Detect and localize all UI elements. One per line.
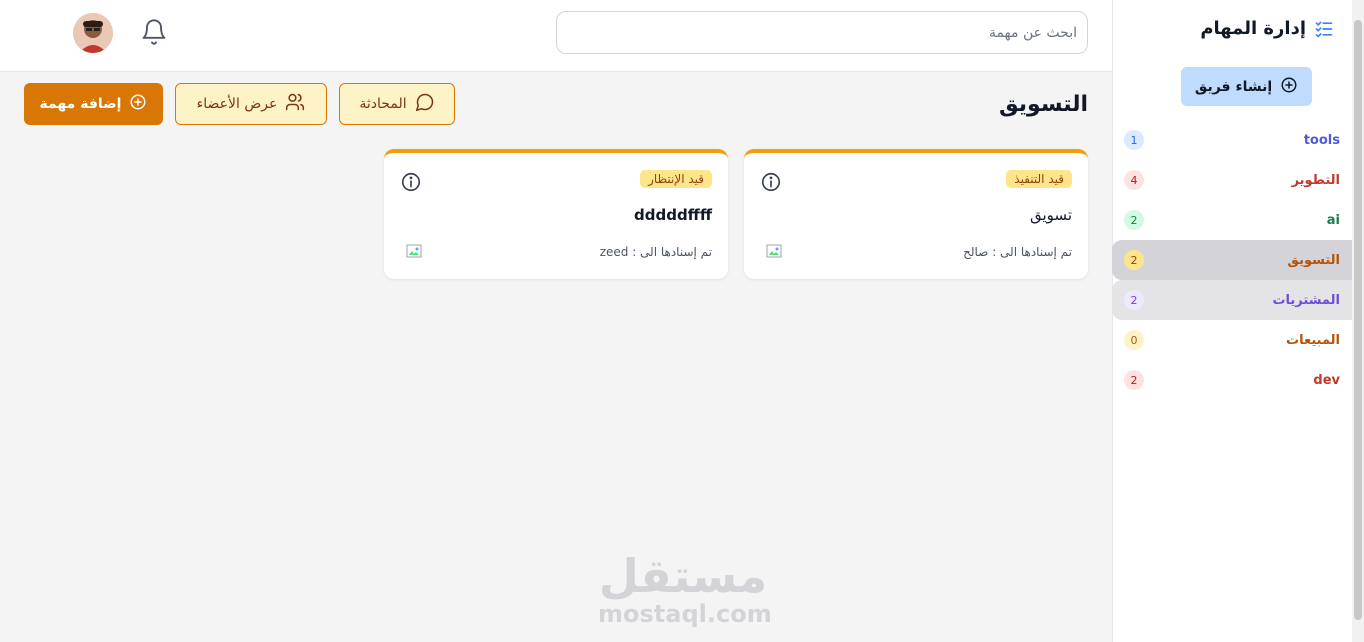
team-count-badge: 0 (1124, 330, 1144, 350)
sidebar-item-marketing[interactable]: التسويق 2 (1112, 240, 1352, 280)
sidebar-item-purchases[interactable]: المشتريات 2 (1112, 280, 1352, 320)
team-label: المشتريات (1272, 292, 1340, 308)
create-team-button[interactable]: إنشاء فريق (1181, 67, 1312, 106)
create-team-label: إنشاء فريق (1194, 78, 1273, 95)
plus-circle-icon (1280, 76, 1298, 98)
task-title: تسويق (1030, 206, 1072, 224)
avatar[interactable] (73, 13, 113, 53)
sidebar-item-dev[interactable]: dev 2 (1112, 360, 1352, 400)
sidebar-item-development[interactable]: التطوير 4 (1112, 160, 1352, 200)
team-count-badge: 1 (1124, 130, 1144, 150)
team-label: dev (1313, 372, 1340, 388)
team-count-badge: 2 (1124, 210, 1144, 230)
users-icon (285, 92, 305, 116)
team-count-badge: 2 (1124, 250, 1144, 270)
info-icon[interactable] (760, 171, 782, 193)
task-card[interactable]: قيد الإنتظار dddddffff تم إسنادها الى : … (384, 149, 728, 279)
team-label: التطوير (1291, 172, 1340, 188)
assigned-to: تم إسنادها الى : zeed (599, 245, 712, 259)
bell-icon[interactable] (140, 18, 168, 46)
team-count-badge: 4 (1124, 170, 1144, 190)
team-count-badge: 2 (1124, 370, 1144, 390)
plus-circle-icon (129, 93, 147, 115)
watermark-arabic: مستقل (598, 549, 768, 603)
search-input[interactable] (556, 11, 1088, 54)
members-label: عرض الأعضاء (196, 96, 278, 112)
scrollbar[interactable] (1352, 0, 1364, 642)
page-title: التسويق (998, 92, 1088, 117)
app-title: إدارة المهام (1200, 18, 1306, 39)
sidebar-item-sales[interactable]: المبيعات 0 (1112, 320, 1352, 360)
team-list: tools 1 التطوير 4 ai 2 التسويق 2 المشتري… (1112, 120, 1352, 400)
broken-image-icon (766, 243, 782, 259)
sidebar-item-ai[interactable]: ai 2 (1112, 200, 1352, 240)
view-members-button[interactable]: عرض الأعضاء (175, 83, 327, 125)
task-list-icon (1314, 19, 1334, 39)
sidebar: إدارة المهام إنشاء فريق tools 1 التطوير … (1112, 0, 1352, 642)
status-badge: قيد التنفيذ (1006, 170, 1072, 188)
team-label: ai (1326, 212, 1340, 228)
sidebar-brand: إدارة المهام (1200, 18, 1334, 39)
team-count-badge: 2 (1124, 290, 1144, 310)
chat-bubble-icon (415, 92, 435, 116)
scrollbar-thumb[interactable] (1354, 20, 1362, 620)
broken-image-icon (406, 243, 422, 259)
assigned-to: تم إسنادها الى : صالح (963, 245, 1072, 259)
add-task-label: إضافة مهمة (39, 96, 122, 112)
info-icon[interactable] (400, 171, 422, 193)
chat-button[interactable]: المحادثة (339, 83, 455, 125)
add-task-button[interactable]: إضافة مهمة (24, 83, 163, 125)
chat-label: المحادثة (359, 96, 407, 112)
task-card[interactable]: قيد التنفيذ تسويق تم إسنادها الى : صالح (744, 149, 1088, 279)
team-label: المبيعات (1286, 332, 1340, 348)
watermark-logo: مستقل mostaql.com (598, 549, 772, 628)
team-label: التسويق (1287, 252, 1340, 268)
task-title: dddddffff (634, 206, 712, 224)
watermark-latin: mostaql.com (598, 600, 772, 628)
top-header (0, 0, 1112, 72)
sidebar-item-tools[interactable]: tools 1 (1112, 120, 1352, 160)
status-badge: قيد الإنتظار (640, 170, 712, 188)
team-label: tools (1303, 132, 1340, 148)
